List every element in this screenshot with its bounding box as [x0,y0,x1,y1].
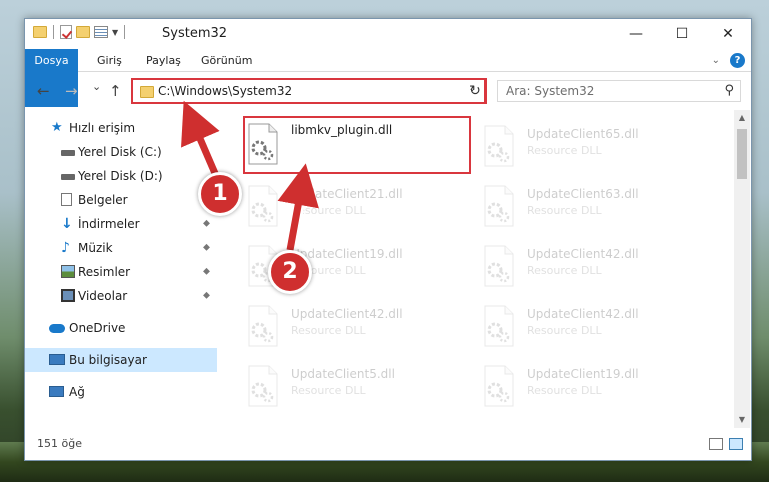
annotation-arrows [181,100,319,252]
callout-1: 1 [198,172,242,216]
callout-2: 2 [268,250,312,294]
callout-arrow-1 [181,100,221,180]
